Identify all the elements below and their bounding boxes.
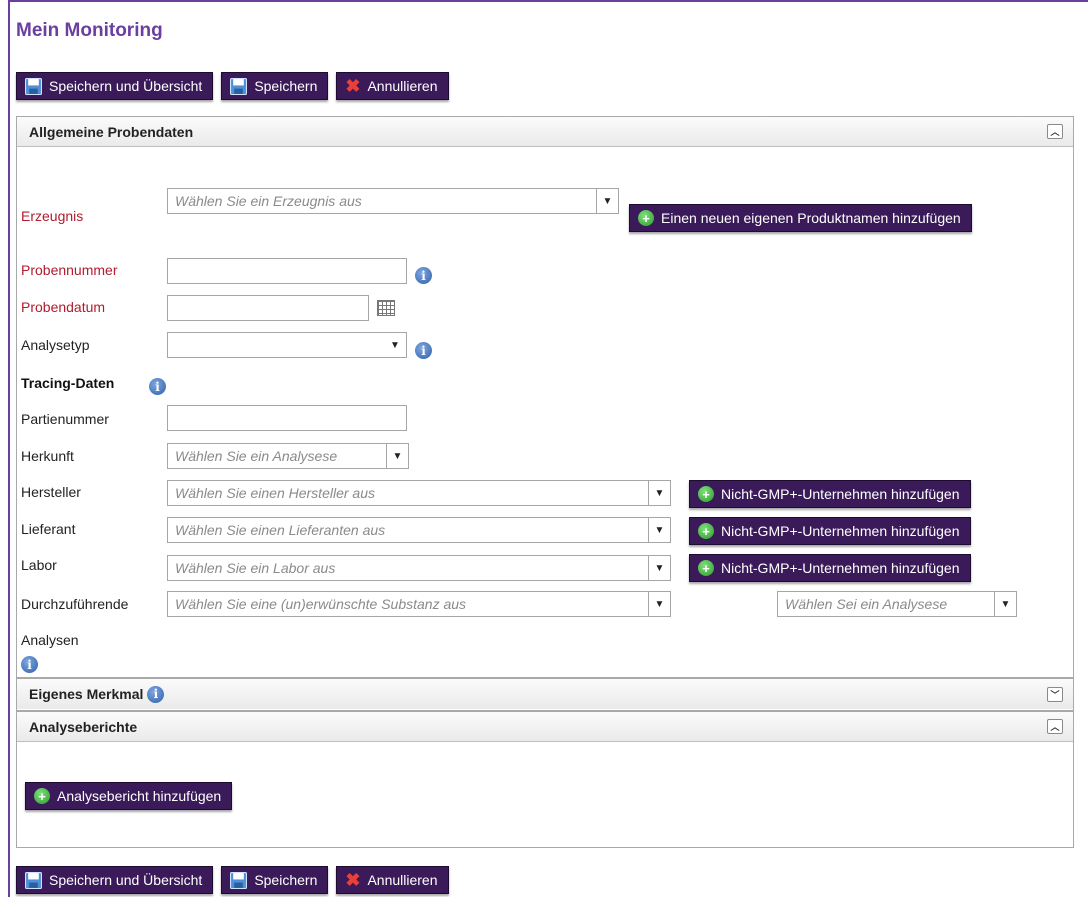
save-label: Speichern xyxy=(254,78,318,94)
chevron-down-icon[interactable]: ▼ xyxy=(596,189,618,213)
save-label: Speichern xyxy=(254,872,318,888)
green-plus-icon: + xyxy=(638,210,654,226)
sample-date-input[interactable] xyxy=(167,295,369,321)
info-icon[interactable]: i xyxy=(415,342,432,359)
product-select-placeholder: Wählen Sie ein Erzeugnis aus xyxy=(175,193,362,209)
red-x-icon: ✖ xyxy=(345,76,361,96)
origin-label: Herkunft xyxy=(21,448,74,464)
info-icon[interactable]: i xyxy=(415,267,432,284)
save-button-bottom[interactable]: Speichern xyxy=(221,866,329,894)
own-feature-title-wrap: Eigenes Merkmal i xyxy=(29,685,165,703)
origin-select-placeholder: Wählen Sie ein Analysese xyxy=(175,448,338,464)
chevron-down-icon[interactable]: ﹀ xyxy=(1047,686,1063,702)
calendar-icon[interactable] xyxy=(377,300,395,316)
chevron-down-icon[interactable]: ▼ xyxy=(648,556,670,580)
supplier-select-placeholder: Wählen Sie einen Lieferanten aus xyxy=(175,522,386,538)
analyses-label-line1: Durchzuführende xyxy=(21,596,129,612)
floppy-disk-icon xyxy=(25,77,42,95)
toolbar-top: Speichern und Übersicht Speichern ✖ Annu… xyxy=(16,72,449,100)
chevron-down-icon[interactable]: ▼ xyxy=(648,518,670,542)
save-overview-button-bottom[interactable]: Speichern und Übersicht xyxy=(16,866,214,894)
product-label: Erzeugnis xyxy=(21,208,84,224)
analysis-type-value xyxy=(168,333,384,357)
green-plus-icon: + xyxy=(698,486,714,502)
add-lab-company-button[interactable]: + Nicht-GMP+-Unternehmen hinzufügen xyxy=(689,554,971,582)
save-button[interactable]: Speichern xyxy=(221,72,329,100)
sample-number-label: Probennummer xyxy=(21,262,118,278)
add-supplier-company-button[interactable]: + Nicht-GMP+-Unternehmen hinzufügen xyxy=(689,517,971,545)
floppy-disk-icon xyxy=(230,871,248,889)
supplier-label: Lieferant xyxy=(21,521,76,537)
floppy-disk-icon xyxy=(230,77,248,95)
chevron-down-icon[interactable]: ▼ xyxy=(384,333,406,357)
add-manufacturer-company-button[interactable]: + Nicht-GMP+-Unternehmen hinzufügen xyxy=(689,480,971,508)
page-title: Mein Monitoring xyxy=(16,20,163,41)
batch-number-label: Partienummer xyxy=(21,411,109,427)
cancel-button[interactable]: ✖ Annullieren xyxy=(336,72,449,100)
analyses-label-line2: Analysen xyxy=(21,632,79,648)
chevron-down-icon[interactable]: ▼ xyxy=(386,444,408,468)
add-analysis-report-button[interactable]: + Analysebericht hinzufügen xyxy=(25,782,233,810)
analysis-reports-panel-header[interactable]: Analyseberichte ︿ xyxy=(17,712,1073,742)
own-feature-panel: Eigenes Merkmal i ﹀ xyxy=(16,678,1074,711)
analysis-reports-panel: Analyseberichte ︿ + Analysebericht hinzu… xyxy=(16,711,1074,848)
add-company-label: Nicht-GMP+-Unternehmen hinzufügen xyxy=(721,560,960,576)
sample-date-label: Probendatum xyxy=(21,299,106,315)
sample-number-input[interactable] xyxy=(167,258,407,284)
lab-select[interactable]: Wählen Sie ein Labor aus ▼ xyxy=(167,555,671,581)
add-analysis-report-label: Analysebericht hinzufügen xyxy=(57,788,222,804)
substance-select[interactable]: Wählen Sie eine (un)erwünschte Substanz … xyxy=(167,591,671,617)
tracing-data-heading: Tracing-Daten xyxy=(21,375,115,391)
general-sample-panel: Allgemeine Probendaten ︿ Erzeugnis Wähle… xyxy=(16,116,1074,678)
chevron-down-icon[interactable]: ▼ xyxy=(994,592,1016,616)
own-feature-panel-header[interactable]: Eigenes Merkmal i ﹀ xyxy=(17,679,1073,709)
chevron-down-icon[interactable]: ▼ xyxy=(648,481,670,505)
save-overview-button[interactable]: Speichern und Übersicht xyxy=(16,72,214,100)
add-company-label: Nicht-GMP+-Unternehmen hinzufügen xyxy=(721,486,960,502)
batch-number-input[interactable] xyxy=(167,405,407,431)
cancel-button-bottom[interactable]: ✖ Annullieren xyxy=(336,866,449,894)
save-overview-label: Speichern und Übersicht xyxy=(49,872,203,888)
chevron-up-icon[interactable]: ︿ xyxy=(1047,124,1063,139)
info-icon[interactable]: i xyxy=(147,685,165,703)
chevron-up-icon[interactable]: ︿ xyxy=(1047,719,1063,734)
info-icon[interactable]: i xyxy=(149,378,166,395)
manufacturer-select-placeholder: Wählen Sie einen Hersteller aus xyxy=(175,485,375,501)
analysis-select-placeholder: Wählen Sei ein Analysese xyxy=(785,596,948,612)
floppy-disk-icon xyxy=(25,871,42,889)
supplier-select[interactable]: Wählen Sie einen Lieferanten aus ▼ xyxy=(167,517,671,543)
substance-select-placeholder: Wählen Sie eine (un)erwünschte Substanz … xyxy=(175,596,467,612)
info-icon[interactable]: i xyxy=(21,656,38,673)
green-plus-icon: + xyxy=(698,560,714,576)
analysis-type-select[interactable]: ▼ xyxy=(167,332,407,358)
lab-select-placeholder: Wählen Sie ein Labor aus xyxy=(175,560,336,576)
cancel-label: Annullieren xyxy=(367,872,438,888)
add-product-name-button[interactable]: + Einen neuen eigenen Produktnamen hinzu… xyxy=(629,204,972,232)
toolbar-bottom: Speichern und Übersicht Speichern ✖ Annu… xyxy=(16,866,449,894)
manufacturer-select[interactable]: Wählen Sie einen Hersteller aus ▼ xyxy=(167,480,671,506)
origin-select[interactable]: Wählen Sie ein Analysese ▼ xyxy=(167,443,409,469)
red-x-icon: ✖ xyxy=(345,870,361,890)
general-sample-panel-header[interactable]: Allgemeine Probendaten ︿ xyxy=(17,117,1073,147)
own-feature-panel-title: Eigenes Merkmal xyxy=(29,686,144,702)
cancel-label: Annullieren xyxy=(367,78,438,94)
green-plus-icon: + xyxy=(34,788,50,804)
general-sample-panel-title: Allgemeine Probendaten xyxy=(29,123,194,140)
analysis-select[interactable]: Wählen Sei ein Analysese ▼ xyxy=(777,591,1017,617)
analysis-reports-panel-title: Analyseberichte xyxy=(29,718,138,735)
green-plus-icon: + xyxy=(698,523,714,539)
chevron-down-icon[interactable]: ▼ xyxy=(648,592,670,616)
manufacturer-label: Hersteller xyxy=(21,484,81,500)
add-product-name-label: Einen neuen eigenen Produktnamen hinzufü… xyxy=(661,210,961,226)
add-company-label: Nicht-GMP+-Unternehmen hinzufügen xyxy=(721,523,960,539)
lab-label: Labor xyxy=(21,557,57,573)
analysis-type-label: Analysetyp xyxy=(21,337,90,353)
save-overview-label: Speichern und Übersicht xyxy=(49,78,203,94)
product-select[interactable]: Wählen Sie ein Erzeugnis aus ▼ xyxy=(167,188,619,214)
